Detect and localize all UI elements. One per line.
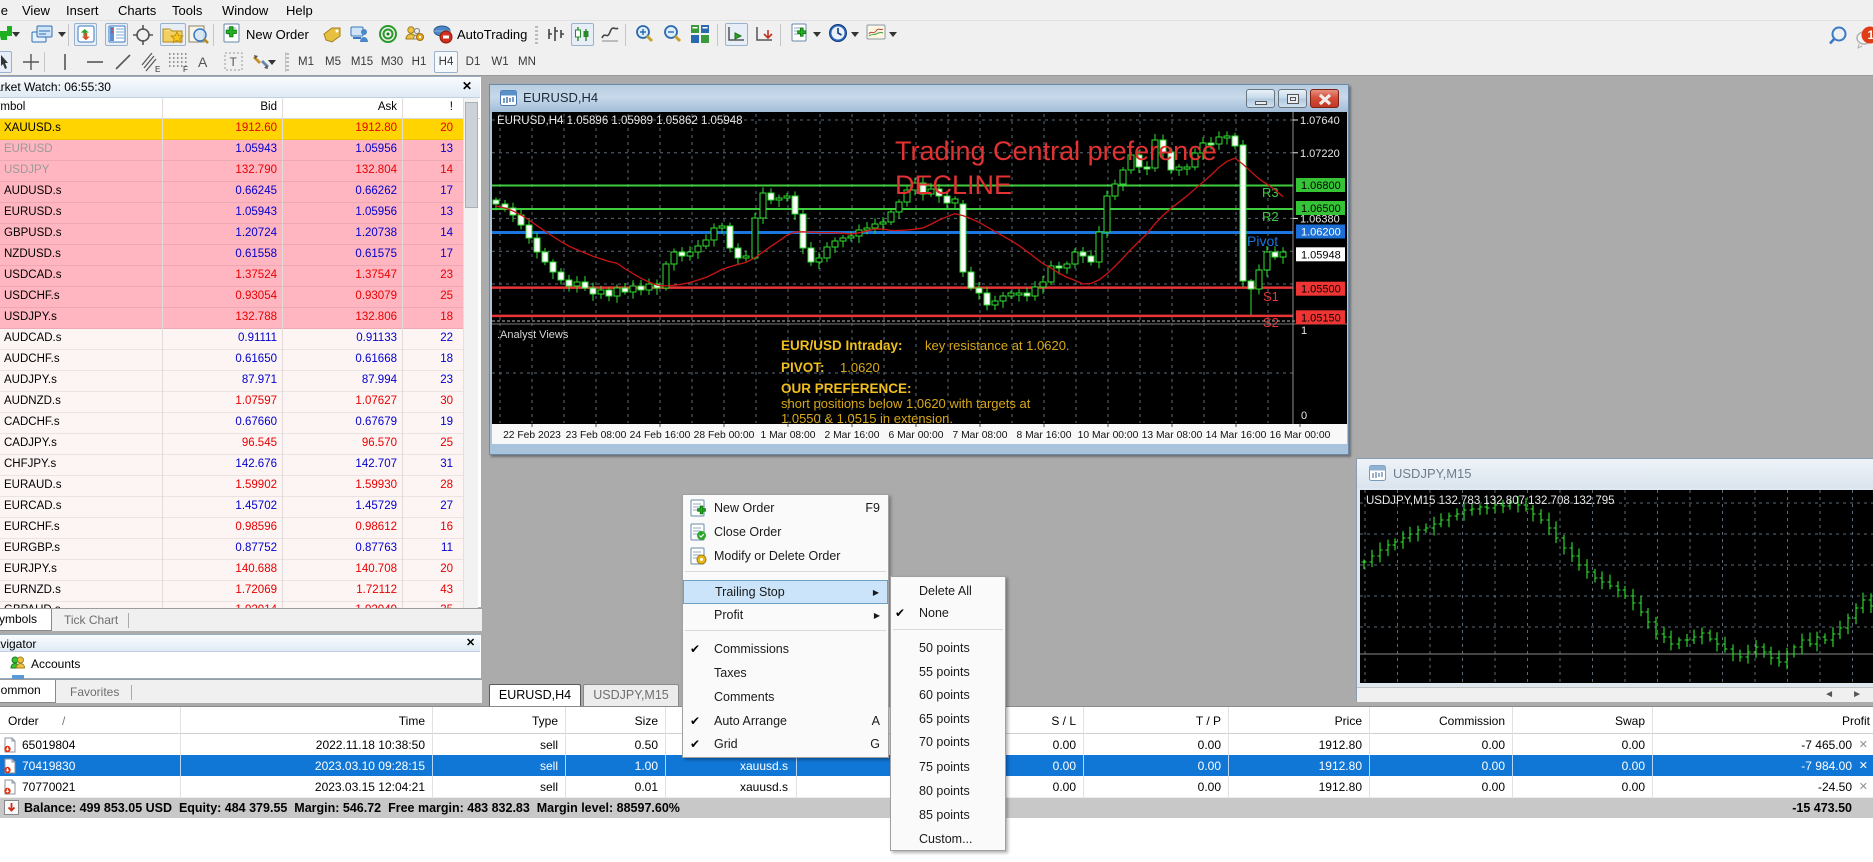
- svg-text:1.06200: 1.06200: [1301, 227, 1341, 239]
- svg-text:14 Mar 16:00: 14 Mar 16:00: [1206, 430, 1267, 441]
- svg-text:28 Feb 00:00: 28 Feb 00:00: [694, 430, 755, 441]
- svg-text:16 Mar 00:00: 16 Mar 00:00: [1270, 430, 1331, 441]
- svg-text:PIVOT:: PIVOT:: [781, 360, 825, 375]
- svg-text:short positions below 1.0620 w: short positions below 1.0620 with target…: [781, 396, 1031, 411]
- svg-text:13 Mar 08:00: 13 Mar 08:00: [1142, 430, 1203, 441]
- svg-text:10 Mar 00:00: 10 Mar 00:00: [1078, 430, 1139, 441]
- svg-text:EUR/USD Intraday:: EUR/USD Intraday:: [781, 338, 903, 353]
- svg-text:DECLINE: DECLINE: [895, 170, 1012, 200]
- svg-text:key resistance at 1.0620.: key resistance at 1.0620.: [925, 338, 1070, 353]
- svg-text:1.05500: 1.05500: [1301, 284, 1341, 296]
- svg-text:E: E: [155, 65, 160, 73]
- svg-text:1.06500: 1.06500: [1301, 203, 1341, 215]
- svg-text:S2: S2: [1263, 315, 1279, 330]
- svg-text:8 Mar 16:00: 8 Mar 16:00: [1017, 430, 1072, 441]
- svg-text:EURUSD,H4 1.05896 1.05989 1.0: EURUSD,H4 1.05896 1.05989 1.05862 1.0594…: [497, 115, 743, 127]
- svg-text:Pivot: Pivot: [1247, 233, 1278, 249]
- svg-text:1.07220: 1.07220: [1300, 148, 1340, 160]
- svg-text:24 Feb 16:00: 24 Feb 16:00: [630, 430, 691, 441]
- svg-text:.Analyst Views: .Analyst Views: [497, 329, 569, 341]
- svg-text:23 Feb 08:00: 23 Feb 08:00: [566, 430, 627, 441]
- svg-text:R2: R2: [1262, 209, 1279, 224]
- svg-text:1 Mar 08:00: 1 Mar 08:00: [761, 430, 816, 441]
- svg-text:6 Mar 00:00: 6 Mar 00:00: [889, 430, 944, 441]
- svg-text:USDJPY,M15 132.783 132.807 13: USDJPY,M15 132.783 132.807 132.708 132.7…: [1366, 495, 1615, 507]
- svg-text:1.0620: 1.0620: [840, 360, 880, 375]
- svg-text:22 Feb 2023: 22 Feb 2023: [503, 430, 561, 441]
- svg-text:1.05150: 1.05150: [1301, 312, 1341, 324]
- svg-text:1.07640: 1.07640: [1300, 115, 1340, 127]
- svg-text:0: 0: [1301, 410, 1307, 422]
- svg-text:Trading Central preference: Trading Central preference: [895, 136, 1217, 166]
- svg-text:OUR PREFERENCE:: OUR PREFERENCE:: [781, 381, 912, 396]
- svg-text:2 Mar 16:00: 2 Mar 16:00: [825, 430, 880, 441]
- svg-text:1.05948: 1.05948: [1301, 249, 1341, 261]
- svg-text:7 Mar 08:00: 7 Mar 08:00: [953, 430, 1008, 441]
- svg-text:T: T: [230, 55, 238, 69]
- svg-text:1: 1: [1301, 325, 1307, 337]
- svg-text:1.06380: 1.06380: [1300, 213, 1340, 225]
- svg-text:F: F: [183, 65, 188, 73]
- svg-text:1.0550 & 1.0515 in extension.: 1.0550 & 1.0515 in extension.: [781, 411, 953, 426]
- svg-text:1: 1: [1868, 28, 1873, 42]
- svg-text:1.06800: 1.06800: [1301, 180, 1341, 192]
- svg-text:S1: S1: [1263, 289, 1279, 304]
